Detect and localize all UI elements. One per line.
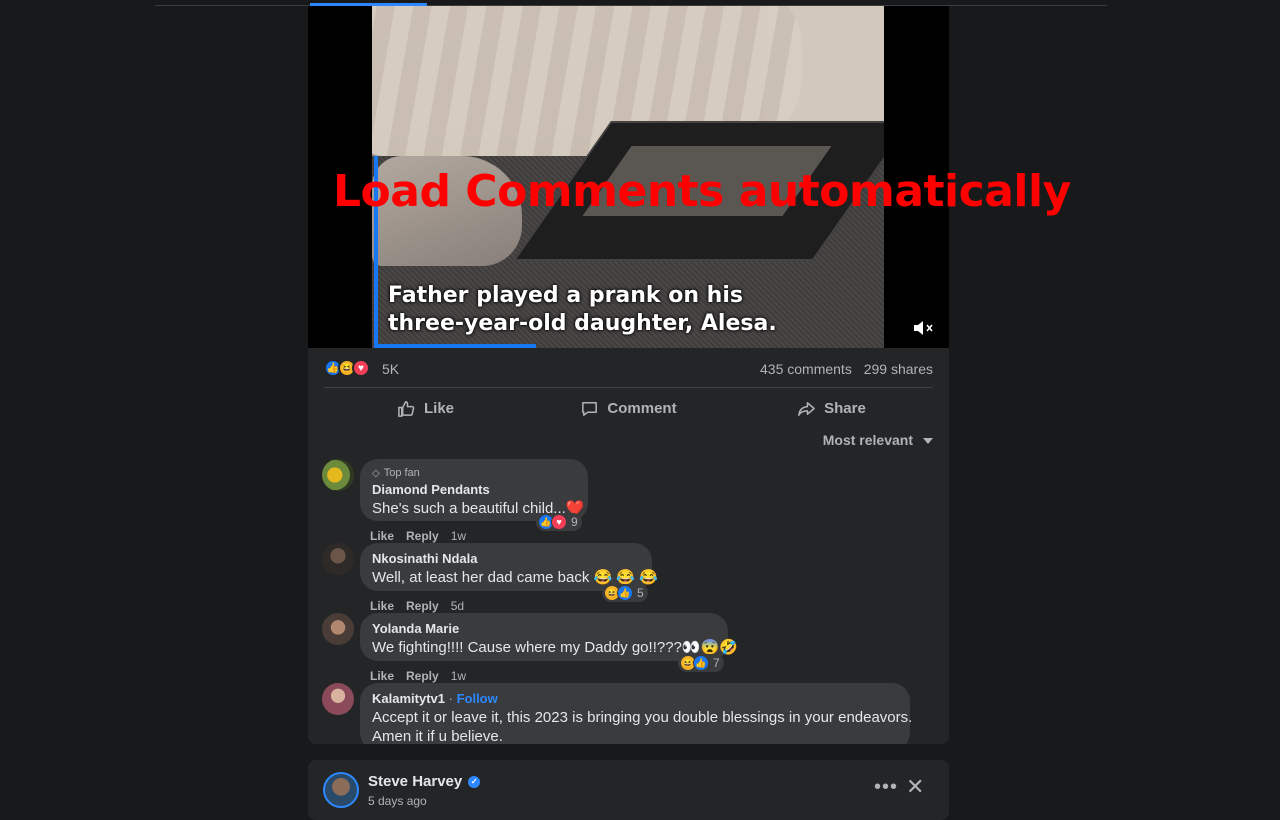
- comment-reaction-count: 9: [571, 515, 578, 529]
- engagement-counts: 435 comments 299 shares: [752, 361, 933, 377]
- comments-count[interactable]: 435 comments: [760, 361, 852, 377]
- comment-reply-link[interactable]: Reply: [406, 599, 439, 613]
- name-separator: ·: [448, 691, 453, 706]
- comment-text: Well, at least her dad came back 😂 😂 😂: [372, 569, 658, 586]
- comment-text: We fighting!!!! Cause where my Daddy go!…: [372, 639, 738, 656]
- badge-label: Top fan: [383, 467, 420, 479]
- love-reaction-icon: ♥: [352, 359, 370, 377]
- post-author-name[interactable]: Steve Harvey: [368, 773, 462, 790]
- like-reaction-icon: 👍: [617, 585, 633, 601]
- video-caption: Father played a prank on his three-year-…: [388, 282, 858, 338]
- like-button[interactable]: Like: [324, 392, 527, 424]
- comment-bubble: ◇ Top fan Diamond Pendants She's such a …: [360, 459, 588, 521]
- comment-reactions[interactable]: 😆 👍 5: [602, 584, 648, 602]
- overlay-title: Load Comments automatically: [333, 166, 1071, 217]
- diamond-icon: ◇: [372, 467, 380, 479]
- share-label: Share: [824, 399, 866, 417]
- thumbs-up-icon: [398, 400, 415, 417]
- more-icon[interactable]: •••: [874, 776, 898, 799]
- comment-time[interactable]: 1w: [451, 669, 466, 683]
- comment-text-line-2: Amen it if u believe.: [372, 728, 503, 744]
- like-label: Like: [423, 399, 454, 417]
- speaker-muted-icon[interactable]: [912, 318, 934, 338]
- sort-label: Most relevant: [822, 432, 913, 448]
- share-icon: [798, 401, 816, 416]
- comment-time[interactable]: 1w: [451, 529, 466, 543]
- comment-reply-link[interactable]: Reply: [406, 529, 439, 543]
- avatar[interactable]: [322, 613, 354, 645]
- share-button[interactable]: Share: [730, 392, 933, 424]
- comment-button[interactable]: Comment: [527, 392, 730, 424]
- chevron-down-icon: [923, 438, 933, 444]
- comment-bubble: Kalamitytv1 · Follow Accept it or leave …: [360, 683, 913, 744]
- reaction-icons[interactable]: 👍 😆 ♥: [324, 359, 370, 377]
- love-reaction-icon: ♥: [551, 514, 567, 530]
- avatar[interactable]: [322, 683, 354, 715]
- comment-reactions[interactable]: 👍 ♥ 9: [536, 513, 582, 531]
- shares-count[interactable]: 299 shares: [864, 361, 933, 377]
- commenter-name[interactable]: Nkosinathi Ndala: [372, 551, 640, 566]
- video-post: Father played a prank on his three-year-…: [308, 6, 949, 744]
- sort-comments-dropdown[interactable]: Most relevant: [823, 432, 933, 448]
- follow-button[interactable]: Follow: [457, 691, 498, 706]
- post-author: Steve Harvey ✓: [368, 773, 481, 790]
- video-progress: [374, 344, 536, 348]
- caption-line-2: three-year-old daughter, Alesa.: [388, 311, 777, 336]
- comment-label: Comment: [607, 399, 677, 417]
- comment-meta: Like Reply 1w: [370, 669, 466, 683]
- comment-icon: [582, 401, 598, 416]
- verified-icon: ✓: [468, 775, 481, 788]
- comment-like-link[interactable]: Like: [370, 599, 394, 613]
- avatar[interactable]: [323, 772, 359, 808]
- commenter-name[interactable]: Diamond Pendants: [372, 482, 576, 497]
- like-reaction-icon: 👍: [693, 655, 709, 671]
- top-fan-badge: ◇ Top fan: [372, 467, 576, 479]
- comment-reaction-count: 7: [713, 656, 720, 670]
- comment-text-line-1: Accept it or leave it, this 2023 is brin…: [372, 709, 913, 726]
- comment-meta: Like Reply 1w: [370, 529, 466, 543]
- comment-reactions[interactable]: 😆 👍 7: [678, 654, 724, 672]
- close-icon[interactable]: ✕: [906, 774, 924, 800]
- commenter-name-text[interactable]: Kalamitytv1: [372, 691, 445, 706]
- post-actions: Like Comment Share: [324, 392, 933, 424]
- comment-reaction-count: 5: [637, 586, 644, 600]
- commenter-name[interactable]: Yolanda Marie: [372, 621, 716, 636]
- next-post-header: Steve Harvey ✓ 5 days ago ••• ✕: [308, 760, 949, 820]
- comment-meta: Like Reply 5d: [370, 599, 464, 613]
- caption-line-1: Father played a prank on his: [388, 283, 743, 308]
- post-time[interactable]: 5 days ago: [368, 794, 427, 808]
- reaction-count[interactable]: 5K: [382, 361, 399, 377]
- comment-like-link[interactable]: Like: [370, 669, 394, 683]
- post-stats: 👍 😆 ♥ 5K 435 comments 299 shares: [324, 356, 933, 388]
- comment-like-link[interactable]: Like: [370, 529, 394, 543]
- commenter-name: Kalamitytv1 · Follow: [372, 691, 898, 706]
- avatar[interactable]: [322, 543, 354, 575]
- comment-reply-link[interactable]: Reply: [406, 669, 439, 683]
- avatar[interactable]: [322, 459, 354, 491]
- comment-time[interactable]: 5d: [451, 599, 464, 613]
- comment-bubble: Yolanda Marie We fighting!!!! Cause wher…: [360, 613, 738, 661]
